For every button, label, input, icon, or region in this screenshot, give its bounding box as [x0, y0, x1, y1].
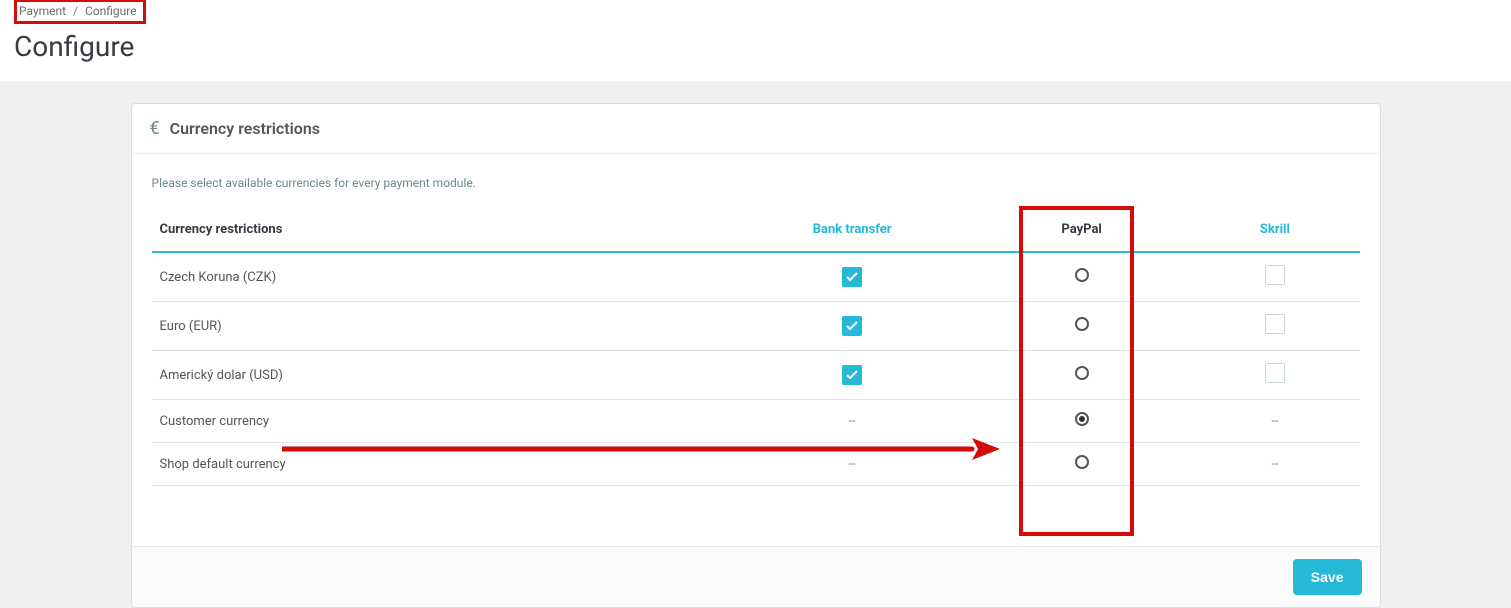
checkbox-bank-eur[interactable] [842, 316, 862, 336]
dash: -- [849, 414, 856, 429]
panel-helper-text: Please select available currencies for e… [152, 176, 1360, 190]
breadcrumb-highlight: Payment / Configure [14, 0, 146, 24]
table-row: Americký dolar (USD) [152, 351, 1360, 400]
save-button[interactable]: Save [1293, 559, 1362, 595]
radio-paypal-eur[interactable] [1075, 317, 1089, 331]
radio-paypal-czk[interactable] [1075, 268, 1089, 282]
col-header-bank-transfer[interactable]: Bank transfer [731, 212, 973, 252]
page-title: Configure [14, 30, 1497, 63]
currency-label: Euro (EUR) [152, 302, 732, 351]
dash: -- [1271, 414, 1278, 429]
panel-header: € Currency restrictions [132, 104, 1380, 154]
radio-paypal-usd[interactable] [1075, 366, 1089, 380]
breadcrumb: Payment / Configure [19, 4, 137, 18]
radio-paypal-customer[interactable] [1075, 412, 1089, 426]
table-row: Shop default currency -- -- [152, 443, 1360, 486]
radio-paypal-shop[interactable] [1075, 455, 1089, 469]
dash: -- [849, 457, 856, 472]
checkbox-skrill-usd[interactable] [1265, 363, 1285, 383]
currency-label: Czech Koruna (CZK) [152, 252, 732, 302]
currency-restrictions-panel: € Currency restrictions Please select av… [131, 103, 1381, 608]
table-row: Euro (EUR) [152, 302, 1360, 351]
table-row: Czech Koruna (CZK) [152, 252, 1360, 302]
breadcrumb-parent[interactable]: Payment [19, 4, 66, 18]
col-header-currency: Currency restrictions [152, 212, 732, 252]
currency-label: Americký dolar (USD) [152, 351, 732, 400]
currency-label: Customer currency [152, 400, 732, 443]
currency-restrictions-table: Currency restrictions Bank transfer PayP… [152, 212, 1360, 486]
panel-footer: Save [132, 546, 1380, 607]
euro-icon: € [150, 118, 160, 139]
panel-title: Currency restrictions [170, 119, 320, 138]
dash: -- [1271, 457, 1278, 472]
checkbox-skrill-czk[interactable] [1265, 265, 1285, 285]
col-header-skrill[interactable]: Skrill [1190, 212, 1359, 252]
checkbox-bank-czk[interactable] [842, 267, 862, 287]
col-header-paypal[interactable]: PayPal [973, 212, 1190, 252]
checkbox-skrill-eur[interactable] [1265, 314, 1285, 334]
breadcrumb-current: Configure [85, 4, 137, 18]
breadcrumb-separator: / [73, 4, 78, 18]
currency-label: Shop default currency [152, 443, 732, 486]
table-row: Customer currency -- -- [152, 400, 1360, 443]
checkbox-bank-usd[interactable] [842, 365, 862, 385]
